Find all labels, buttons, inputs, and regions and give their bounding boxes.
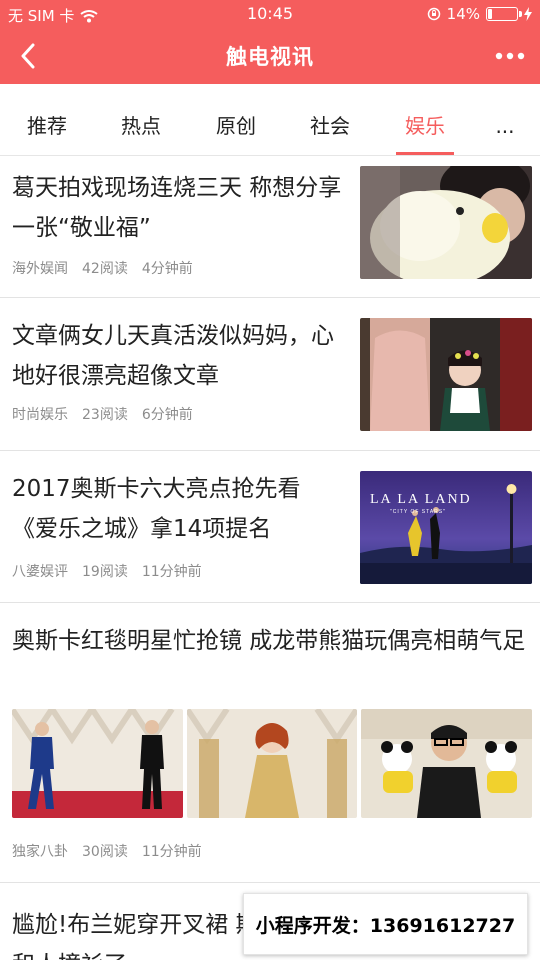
news-time: 4分钟前 [141,261,193,277]
news-title: 奥斯卡红毯明星忙抢镜 成龙带熊猫玩偶亮相萌气足 [12,628,526,654]
news-thumbnail[interactable] [12,709,183,818]
news-item[interactable]: 文章俩女儿天真活泼似妈妈，心地好很漂亮超像文章 时尚娱乐 23阅读 6分钟前 [0,298,540,451]
nav-bar: 触电视讯 [0,28,540,84]
news-title: 文章俩女儿天真活泼似妈妈，心地好很漂亮超像文章 [12,323,334,389]
news-item[interactable]: 奥斯卡红毯明星忙抢镜 成龙带熊猫玩偶亮相萌气足 独家八卦 30阅读 11分钟前 [0,603,540,883]
news-reads: 42阅读 [82,261,128,277]
news-source: 海外娱闻 [12,261,68,277]
jackie-chan-panda-photo [361,709,532,818]
battery-tip [519,11,522,17]
news-title: 葛天拍戏现场连烧三天 称想分享一张“敬业福” [12,175,342,241]
plush-toy-photo [360,166,532,279]
tab-society[interactable]: 社会 [285,84,375,156]
battery-level [488,9,492,19]
news-time: 11分钟前 [141,564,202,580]
news-time: 6分钟前 [141,407,193,423]
battery-percent: 14% [446,5,480,23]
news-meta: 海外娱闻 42阅读 4分钟前 [12,258,193,278]
tab-entertainment[interactable]: 娱乐 [380,84,470,156]
more-button[interactable] [490,36,530,76]
news-source: 八婆娱评 [12,564,68,580]
red-carpet-actress-photo [187,709,357,818]
news-thumbnail[interactable] [361,709,532,818]
news-meta: 八婆娱评 19阅读 11分钟前 [12,561,202,581]
news-title: 2017奥斯卡六大亮点抢先看《爱乐之城》拿14项提名 [12,476,301,542]
news-thumbnail[interactable] [187,709,357,818]
tab-recommend[interactable]: 推荐 [2,84,92,156]
more-dots-icon [495,52,525,60]
category-tabs: 推荐 热点 原创 社会 娱乐 ... [0,84,540,156]
battery-icon [486,7,522,21]
news-source: 时尚娱乐 [12,407,68,423]
news-reads: 19阅读 [82,564,128,580]
poster-subtitle-text: "CITY OF STARS" [390,509,446,515]
news-source: 独家八卦 [12,844,68,860]
contact-watermark: 小程序开发：13691612727 [243,893,528,955]
news-meta: 独家八卦 30阅读 11分钟前 [12,841,202,861]
news-item[interactable]: 2017奥斯卡六大亮点抢先看《爱乐之城》拿14项提名 八婆娱评 19阅读 11分… [0,451,540,603]
page-title: 触电视讯 [226,45,314,69]
poster-title-text: LA LA LAND [370,492,472,507]
news-feed: 葛天拍戏现场连烧三天 称想分享一张“敬业福” 海外娱闻 42阅读 4分钟前 文章… [0,156,540,960]
news-reads: 23阅读 [82,407,128,423]
news-thumbnail[interactable]: LA LA LAND "CITY OF STARS" [360,471,532,584]
active-tab-indicator [396,152,454,155]
tab-hot[interactable]: 热点 [96,84,186,156]
news-item[interactable]: 葛天拍戏现场连烧三天 称想分享一张“敬业福” 海外娱闻 42阅读 4分钟前 [0,156,540,298]
red-carpet-men-photo [12,709,183,818]
tab-original[interactable]: 原创 [191,84,281,156]
status-right: 14% [427,5,532,23]
charging-bolt-icon [524,7,532,21]
news-thumbnail[interactable] [360,318,532,431]
news-reads: 30阅读 [82,844,128,860]
mother-daughter-photo [360,318,532,431]
rotation-lock-icon [427,7,440,21]
news-thumbnail[interactable] [360,166,532,279]
news-time: 11分钟前 [141,844,202,860]
la-la-land-poster: LA LA LAND "CITY OF STARS" [360,471,532,584]
news-meta: 时尚娱乐 23阅读 6分钟前 [12,404,193,424]
status-bar: 无 SIM 卡 10:45 14% [0,0,540,28]
tab-more[interactable]: ... [460,84,540,156]
